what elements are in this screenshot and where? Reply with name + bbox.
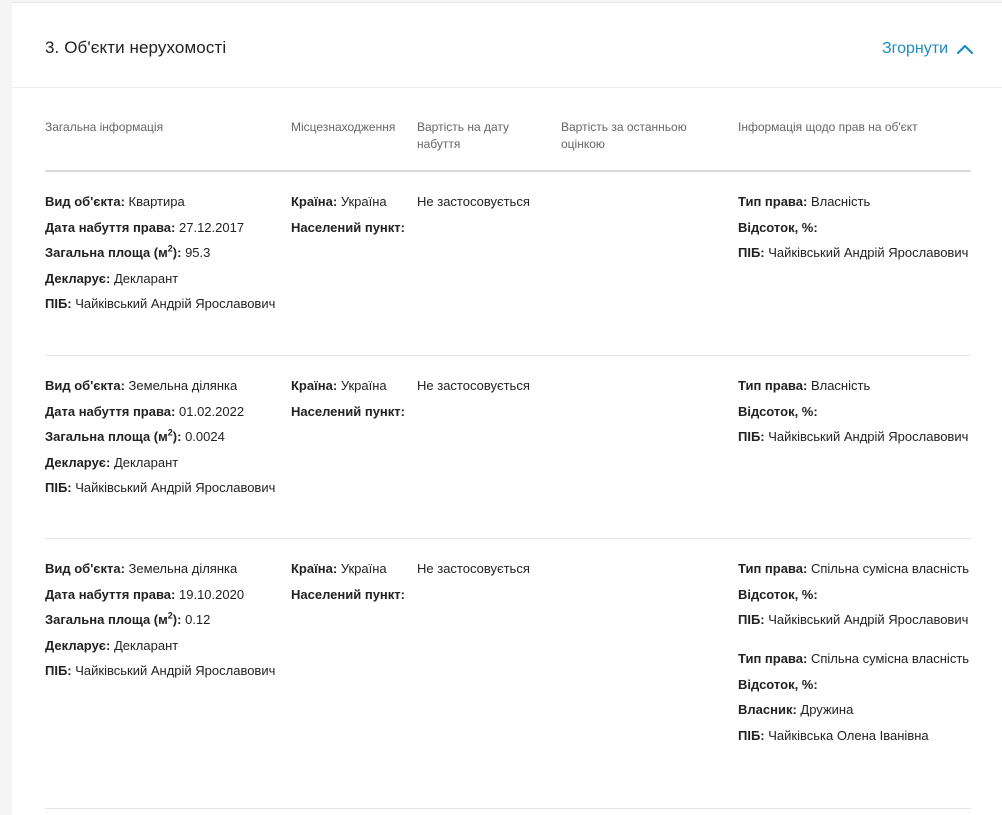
general-info: Вид об'єкта: Земельна ділянка Дата набут… <box>45 559 280 687</box>
country-value: Україна <box>340 561 387 576</box>
declares-value: Декларант <box>113 637 179 653</box>
declares-value: Декларант <box>113 270 179 286</box>
pib-value: Чайківський Андрій Ярославович <box>768 245 969 260</box>
declares-value: Декларант <box>113 454 179 470</box>
rights-info: Тип права: Спільна сумісна власність Від… <box>738 559 978 751</box>
collapse-label: Згорнути <box>881 40 948 57</box>
country-value: Україна <box>340 194 387 209</box>
settlement-label: Населений пункт: <box>291 586 405 602</box>
location-info: Країна: Україна Населений пункт: <box>291 559 406 610</box>
right-type-value: Спільна сумісна власність <box>810 561 970 576</box>
right-type-label: Тип права: <box>738 651 808 666</box>
area-value: 0.12 <box>185 612 211 627</box>
pib-value: Чайківський Андрій Ярославович <box>768 429 969 444</box>
settlement-label: Населений пункт: <box>291 403 405 419</box>
declares-label: Декларує: <box>45 270 111 286</box>
declares-label: Декларує: <box>45 637 111 653</box>
pib-label: ПІБ: <box>738 612 765 627</box>
percent-label: Відсоток, %: <box>738 403 818 419</box>
acquisition-date-value: 27.12.2017 <box>179 219 245 235</box>
country-value: Україна <box>340 378 387 393</box>
cost-acquisition-value: Не застосовується <box>417 378 530 393</box>
location-info: Країна: Україна Населений пункт: <box>291 376 406 427</box>
pib-label: ПІБ: <box>45 480 72 495</box>
pib-value: Чайківський Андрій Ярославович <box>75 663 276 678</box>
object-type-label: Вид об'єкта: <box>45 194 125 209</box>
cost-acquisition-value: Не застосовується <box>417 194 530 209</box>
col-header-cost-acquisition: Вартість на дату набуття <box>417 120 510 151</box>
rights-group: Тип права: Власність Відсоток, %: ПІБ: Ч… <box>738 376 978 447</box>
right-type-label: Тип права: <box>738 194 808 209</box>
pib-value: Чайківський Андрій Ярославович <box>75 480 276 495</box>
object-type-value: Квартира <box>128 194 185 209</box>
right-type-value: Спільна сумісна власність <box>810 651 970 666</box>
rights-group: Тип права: Спільна сумісна власність Від… <box>738 559 978 630</box>
table-row: Вид об'єкта: Земельна ділянка Дата набут… <box>45 539 971 809</box>
pib-value: Чайківський Андрій Ярославович <box>768 612 969 627</box>
location-info: Країна: Україна Населений пункт: <box>291 192 406 243</box>
settlement-label: Населений пункт: <box>291 219 405 235</box>
real-estate-card: 3. Об'єкти нерухомості Згорнути Загальна… <box>12 2 1002 815</box>
rights-info: Тип права: Власність Відсоток, %: ПІБ: Ч… <box>738 192 978 269</box>
declares-label: Декларує: <box>45 454 111 470</box>
rights-group: Тип права: Спільна сумісна власність Від… <box>738 649 978 746</box>
col-header-cost-last: Вартість за останньою оцінкою <box>561 120 687 151</box>
col-header-rights: Інформація щодо прав на об'єкт <box>738 120 918 134</box>
percent-label: Відсоток, %: <box>738 586 818 602</box>
owner-label: Власник: <box>738 702 797 717</box>
pib-label: ПІБ: <box>45 663 72 678</box>
pib-label: ПІБ: <box>738 429 765 444</box>
right-type-value: Власність <box>810 194 871 209</box>
table-header: Загальна інформація Місцезнаходження Вар… <box>45 115 971 172</box>
area-value: 95.3 <box>185 245 211 260</box>
right-type-label: Тип права: <box>738 561 808 576</box>
col-header-general: Загальна інформація <box>45 120 164 134</box>
collapse-button[interactable]: Згорнути <box>882 40 974 58</box>
right-type-label: Тип права: <box>738 378 808 393</box>
right-type-value: Власність <box>810 378 871 393</box>
pib-label: ПІБ: <box>45 296 72 311</box>
cost-acquisition-value: Не застосовується <box>417 561 530 576</box>
object-type-value: Земельна ділянка <box>128 561 238 576</box>
acquisition-date-label: Дата набуття права: <box>45 403 176 419</box>
object-type-label: Вид об'єкта: <box>45 561 125 576</box>
object-type-value: Земельна ділянка <box>128 378 238 393</box>
area-label: Загальна площа (м2): <box>45 243 182 260</box>
acquisition-date-value: 19.10.2020 <box>179 586 245 602</box>
area-label: Загальна площа (м2): <box>45 610 182 627</box>
card-header: 3. Об'єкти нерухомості Згорнути <box>12 3 1002 88</box>
table-row: Вид об'єкта: Квартира Дата набуття права… <box>45 172 971 356</box>
chevron-up-icon <box>956 43 974 55</box>
percent-label: Відсоток, %: <box>738 219 818 235</box>
general-info: Вид об'єкта: Квартира Дата набуття права… <box>45 192 280 320</box>
acquisition-date-label: Дата набуття права: <box>45 586 176 602</box>
country-label: Країна: <box>291 194 338 209</box>
area-label: Загальна площа (м2): <box>45 427 182 444</box>
object-type-label: Вид об'єкта: <box>45 378 125 393</box>
acquisition-date-label: Дата набуття права: <box>45 219 176 235</box>
pib-label: ПІБ: <box>738 727 765 743</box>
area-value: 0.0024 <box>185 429 225 444</box>
pib-value: Чайківська Олена Іванівна <box>768 727 929 743</box>
section-title: 3. Об'єкти нерухомості <box>45 38 227 57</box>
general-info: Вид об'єкта: Земельна ділянка Дата набут… <box>45 376 280 504</box>
table-row: Вид об'єкта: Земельна ділянка Дата набут… <box>45 356 971 539</box>
country-label: Країна: <box>291 561 338 576</box>
pib-value: Чайківський Андрій Ярославович <box>75 296 276 311</box>
rights-group: Тип права: Власність Відсоток, %: ПІБ: Ч… <box>738 192 978 263</box>
real-estate-table: Загальна інформація Місцезнаходження Вар… <box>45 115 971 809</box>
col-header-location: Місцезнаходження <box>291 120 396 134</box>
acquisition-date-value: 01.02.2022 <box>179 403 245 419</box>
percent-label: Відсоток, %: <box>738 676 818 692</box>
owner-value: Дружина <box>800 702 854 717</box>
country-label: Країна: <box>291 378 338 393</box>
pib-label: ПІБ: <box>738 245 765 260</box>
rights-info: Тип права: Власність Відсоток, %: ПІБ: Ч… <box>738 376 978 453</box>
